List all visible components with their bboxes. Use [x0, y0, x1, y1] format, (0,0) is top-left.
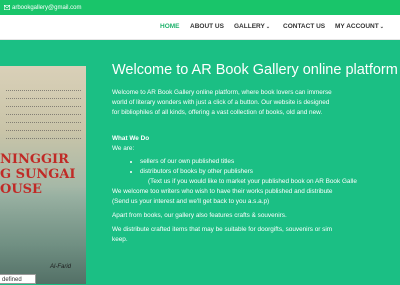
nav-gallery[interactable]: GALLERY⌄	[234, 15, 270, 39]
contact-email[interactable]: arbookgallery@gmail.com	[12, 5, 81, 11]
list-item: distributors of books by other publisher…	[140, 167, 400, 177]
publish-note: (Text us if you would like to market you…	[148, 178, 357, 185]
intro-line: Welcome to AR Book Gallery online platfo…	[112, 89, 332, 96]
top-bar: arbookgallery@gmail.com	[0, 0, 400, 15]
mail-icon	[4, 5, 10, 10]
cover-title-line: NINGGIR	[0, 152, 69, 167]
we-are-label: We are:	[112, 145, 135, 152]
nav-contact-us[interactable]: CONTACT US	[283, 15, 325, 39]
cover-title-line: G SUNGAI	[0, 167, 76, 182]
send-interest-text: (Send us your interest and we'll get bac…	[112, 198, 270, 205]
chevron-down-icon: ⌄	[265, 24, 271, 30]
cover-author: Al-Farid	[50, 264, 72, 270]
main-content: Welcome to AR Book Gallery online platfo…	[112, 62, 400, 245]
what-we-do-heading: What We Do	[112, 135, 150, 142]
nav-home[interactable]: HOME	[160, 15, 180, 39]
distribute-text: keep.	[112, 236, 128, 243]
welcome-writers-text: We welcome too writers who wish to have …	[112, 188, 333, 195]
cover-title-line: OUSE	[0, 182, 42, 197]
crafts-text: Apart from books, our gallery also featu…	[112, 212, 287, 219]
book-cover-image[interactable]: NINGGIR G SUNGAI OUSE Al-Farid	[0, 66, 86, 284]
image-caption-tag: defined	[0, 274, 36, 284]
intro-line: world of literary wonders with just a cl…	[112, 99, 330, 106]
page-title: Welcome to AR Book Gallery online platfo…	[112, 62, 398, 78]
nav-my-account[interactable]: MY ACCOUNT⌄	[335, 15, 384, 39]
main-navigation: HOME ABOUT US GALLERY⌄ CONTACT US MY ACC…	[0, 15, 400, 40]
chevron-down-icon: ⌄	[379, 24, 384, 30]
nav-about-us[interactable]: ABOUT US	[190, 15, 224, 39]
list-item: sellers of our own published titles	[140, 157, 400, 167]
cover-landscape	[0, 186, 86, 284]
distribute-text: We distribute crafted items that may be …	[112, 226, 333, 233]
cover-script-text	[6, 86, 81, 142]
services-list: sellers of our own published titles dist…	[112, 157, 400, 177]
intro-line: for bibliophiles of all kinds, offering …	[112, 109, 323, 116]
